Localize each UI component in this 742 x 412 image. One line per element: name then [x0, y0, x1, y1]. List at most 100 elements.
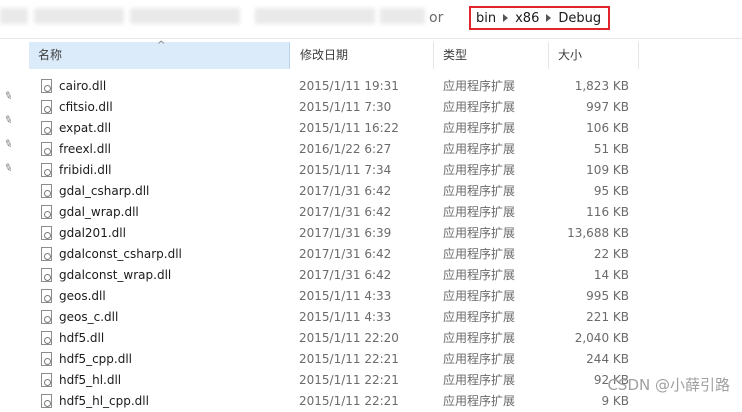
file-row[interactable]: hdf5_hl.dll 2015/1/11 22:21 应用程序扩展 92 KB: [29, 370, 649, 391]
file-date: 2015/1/11 22:21: [299, 352, 399, 366]
file-name: gdalconst_csharp.dll: [59, 247, 182, 261]
file-name: hdf5_cpp.dll: [59, 352, 133, 366]
blurred-path-segment: [380, 8, 425, 24]
file-name: gdal_csharp.dll: [59, 184, 150, 198]
file-name: hdf5_hl_cpp.dll: [59, 394, 149, 408]
file-name: gdalconst_wrap.dll: [59, 268, 172, 282]
file-date: 2015/1/11 16:22: [299, 121, 399, 135]
path-tail-text: or: [429, 10, 444, 26]
file-type: 应用程序扩展: [443, 100, 516, 114]
file-date: 2017/1/31 6:42: [299, 247, 392, 261]
file-type: 应用程序扩展: [443, 352, 516, 366]
dll-file-icon: [41, 331, 52, 345]
file-size: 995 KB: [586, 289, 629, 303]
file-size: 244 KB: [586, 352, 629, 366]
file-type: 应用程序扩展: [443, 79, 516, 93]
file-name: freexl.dll: [59, 142, 111, 156]
dll-file-icon: [41, 247, 52, 261]
column-header-size[interactable]: 大小: [549, 42, 639, 69]
file-size: 2,040 KB: [574, 331, 629, 345]
file-row[interactable]: geos.dll 2015/1/11 4:33 应用程序扩展 995 KB: [29, 286, 649, 307]
file-row[interactable]: gdalconst_wrap.dll 2017/1/31 6:42 应用程序扩展…: [29, 265, 649, 286]
dll-file-icon: [41, 373, 52, 387]
file-date: 2017/1/31 6:42: [299, 184, 392, 198]
file-row[interactable]: cfitsio.dll 2015/1/11 7:30 应用程序扩展 997 KB: [29, 97, 649, 118]
dll-file-icon: [41, 163, 52, 177]
file-name: gdal_wrap.dll: [59, 205, 139, 219]
chevron-right-icon[interactable]: [503, 14, 509, 22]
file-row[interactable]: fribidi.dll 2015/1/11 7:34 应用程序扩展 109 KB: [29, 160, 649, 181]
file-type: 应用程序扩展: [443, 163, 516, 177]
file-name: expat.dll: [59, 121, 112, 135]
file-name: hdf5.dll: [59, 331, 105, 345]
file-type: 应用程序扩展: [443, 247, 516, 261]
file-name: hdf5_hl.dll: [59, 373, 122, 387]
file-row[interactable]: expat.dll 2015/1/11 16:22 应用程序扩展 106 KB: [29, 118, 649, 139]
file-row[interactable]: geos_c.dll 2015/1/11 4:33 应用程序扩展 221 KB: [29, 307, 649, 328]
column-header-name[interactable]: ^ 名称: [29, 40, 290, 69]
column-header-size-label: 大小: [558, 48, 583, 62]
file-size: 13,688 KB: [567, 226, 629, 240]
dll-file-icon: [41, 142, 52, 156]
dll-file-icon: [41, 121, 52, 135]
dll-file-icon: [41, 268, 52, 282]
column-header-name-label: 名称: [38, 48, 63, 62]
file-row[interactable]: cairo.dll 2015/1/11 19:31 应用程序扩展 1,823 K…: [29, 76, 649, 97]
file-name: geos.dll: [59, 289, 106, 303]
file-date: 2015/1/11 19:31: [299, 79, 399, 93]
file-date: 2015/1/11 22:20: [299, 331, 399, 345]
file-type: 应用程序扩展: [443, 268, 516, 282]
navigation-pane: ✎ ✎ ✎ ✎: [0, 39, 18, 407]
file-type: 应用程序扩展: [443, 289, 516, 303]
file-name: gdal201.dll: [59, 226, 126, 240]
file-date: 2015/1/11 7:34: [299, 163, 392, 177]
file-row[interactable]: hdf5.dll 2015/1/11 22:20 应用程序扩展 2,040 KB: [29, 328, 649, 349]
file-row[interactable]: gdal201.dll 2017/1/31 6:39 应用程序扩展 13,688…: [29, 223, 649, 244]
file-type: 应用程序扩展: [443, 394, 516, 408]
file-size: 109 KB: [586, 163, 629, 177]
file-date: 2017/1/31 6:42: [299, 205, 392, 219]
breadcrumb-x86[interactable]: x86: [515, 11, 539, 26]
file-date: 2015/1/11 4:33: [299, 310, 392, 324]
breadcrumb-debug[interactable]: Debug: [558, 11, 601, 26]
file-size: 14 KB: [593, 268, 629, 282]
file-size: 22 KB: [593, 247, 629, 261]
file-row[interactable]: hdf5_hl_cpp.dll 2015/1/11 22:21 应用程序扩展 9…: [29, 391, 649, 412]
file-row[interactable]: freexl.dll 2016/1/22 6:27 应用程序扩展 51 KB: [29, 139, 649, 160]
file-row[interactable]: gdal_wrap.dll 2017/1/31 6:42 应用程序扩展 116 …: [29, 202, 649, 223]
address-bar[interactable]: or bin x86 Debug: [0, 0, 742, 39]
column-header-type[interactable]: 类型: [434, 42, 549, 69]
file-date: 2017/1/31 6:39: [299, 226, 392, 240]
file-row[interactable]: hdf5_cpp.dll 2015/1/11 22:21 应用程序扩展 244 …: [29, 349, 649, 370]
file-type: 应用程序扩展: [443, 373, 516, 387]
pin-icon[interactable]: ✎: [2, 138, 14, 151]
blurred-path-segment: [34, 8, 124, 24]
file-row[interactable]: gdal_csharp.dll 2017/1/31 6:42 应用程序扩展 95…: [29, 181, 649, 202]
file-date: 2015/1/11 4:33: [299, 289, 392, 303]
pin-icon[interactable]: ✎: [2, 114, 14, 127]
file-size: 95 KB: [593, 184, 629, 198]
file-list: cairo.dll 2015/1/11 19:31 应用程序扩展 1,823 K…: [29, 76, 649, 412]
csdn-watermark: CSDN @小薛引路: [607, 376, 730, 394]
file-date: 2015/1/11 22:21: [299, 373, 399, 387]
file-row[interactable]: gdalconst_csharp.dll 2017/1/31 6:42 应用程序…: [29, 244, 649, 265]
dll-file-icon: [41, 226, 52, 240]
file-type: 应用程序扩展: [443, 331, 516, 345]
file-name: geos_c.dll: [59, 310, 119, 324]
dll-file-icon: [41, 394, 52, 408]
dll-file-icon: [41, 289, 52, 303]
breadcrumb-bin[interactable]: bin: [476, 11, 496, 26]
column-header-date[interactable]: 修改日期: [291, 42, 434, 69]
blurred-path-segment: [255, 8, 375, 24]
file-date: 2016/1/22 6:27: [299, 142, 392, 156]
sort-ascending-icon: ^: [157, 40, 166, 51]
dll-file-icon: [41, 310, 52, 324]
column-header-type-label: 类型: [443, 48, 468, 62]
file-type: 应用程序扩展: [443, 184, 516, 198]
file-name: fribidi.dll: [59, 163, 112, 177]
chevron-right-icon[interactable]: [546, 14, 552, 22]
file-size: 116 KB: [586, 205, 629, 219]
file-name: cairo.dll: [59, 79, 107, 93]
pin-icon[interactable]: ✎: [2, 90, 14, 103]
pin-icon[interactable]: ✎: [2, 162, 14, 175]
